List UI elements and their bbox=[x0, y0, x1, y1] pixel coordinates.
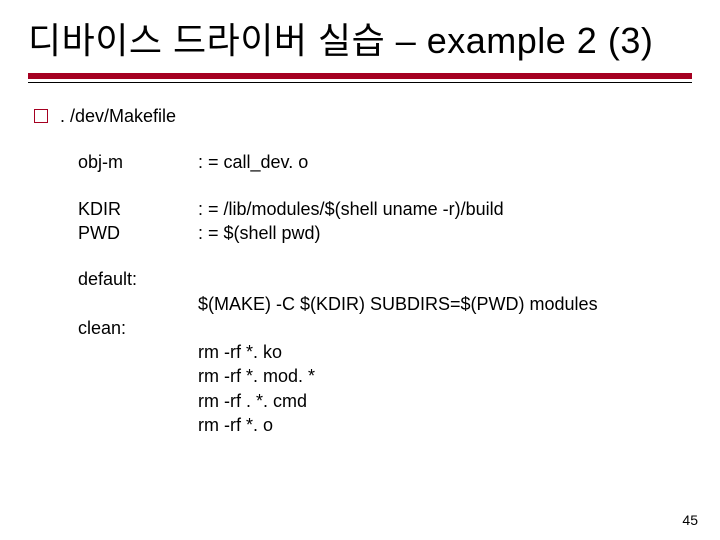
makefile-lhs: KDIR bbox=[78, 197, 198, 221]
makefile-rhs: : = $(shell pwd) bbox=[198, 221, 321, 245]
makefile-target-default: default: bbox=[78, 267, 198, 291]
makefile-clean-cmds: rm -rf *. ko rm -rf *. mod. * rm -rf . *… bbox=[198, 340, 692, 437]
makefile-cmd: $(MAKE) -C $(KDIR) SUBDIRS=$(PWD) module… bbox=[198, 292, 692, 316]
makefile-paths-group: KDIR : = /lib/modules/$(shell uname -r)/… bbox=[78, 197, 692, 246]
makefile-objm-group: obj-m : = call_dev. o bbox=[78, 150, 692, 174]
makefile-lhs: PWD bbox=[78, 221, 198, 245]
rule-thin-line bbox=[28, 82, 692, 83]
makefile-cmd: rm -rf *. o bbox=[198, 413, 692, 437]
makefile-default-cmds: $(MAKE) -C $(KDIR) SUBDIRS=$(PWD) module… bbox=[198, 292, 692, 316]
slide-body: . /dev/Makefile obj-m : = call_dev. o KD… bbox=[28, 105, 692, 437]
rule-red-bar bbox=[28, 73, 692, 79]
makefile-target-clean: clean: bbox=[78, 316, 198, 340]
makefile-block: obj-m : = call_dev. o KDIR : = /lib/modu… bbox=[78, 150, 692, 437]
title-rule bbox=[28, 73, 692, 83]
makefile-row-kdir: KDIR : = /lib/modules/$(shell uname -r)/… bbox=[78, 197, 692, 221]
bullet-row: . /dev/Makefile bbox=[34, 105, 692, 128]
page-number: 45 bbox=[682, 512, 698, 528]
makefile-cmd: rm -rf *. ko bbox=[198, 340, 692, 364]
makefile-row-clean: clean: bbox=[78, 316, 692, 340]
slide: 디바이스 드라이버 실습 – example 2 (3) . /dev/Make… bbox=[0, 0, 720, 540]
makefile-cmd: rm -rf *. mod. * bbox=[198, 364, 692, 388]
makefile-lhs: obj-m bbox=[78, 150, 198, 174]
bullet-text: . /dev/Makefile bbox=[60, 105, 176, 128]
makefile-rhs: : = /lib/modules/$(shell uname -r)/build bbox=[198, 197, 504, 221]
makefile-row-default: default: bbox=[78, 267, 692, 291]
makefile-targets-group: default: $(MAKE) -C $(KDIR) SUBDIRS=$(PW… bbox=[78, 267, 692, 437]
slide-title: 디바이스 드라이버 실습 – example 2 (3) bbox=[28, 18, 692, 63]
makefile-row-objm: obj-m : = call_dev. o bbox=[78, 150, 692, 174]
makefile-row-pwd: PWD : = $(shell pwd) bbox=[78, 221, 692, 245]
makefile-cmd: rm -rf . *. cmd bbox=[198, 389, 692, 413]
title-block: 디바이스 드라이버 실습 – example 2 (3) bbox=[28, 18, 692, 83]
bullet-square-icon bbox=[34, 109, 48, 123]
makefile-rhs: : = call_dev. o bbox=[198, 150, 308, 174]
